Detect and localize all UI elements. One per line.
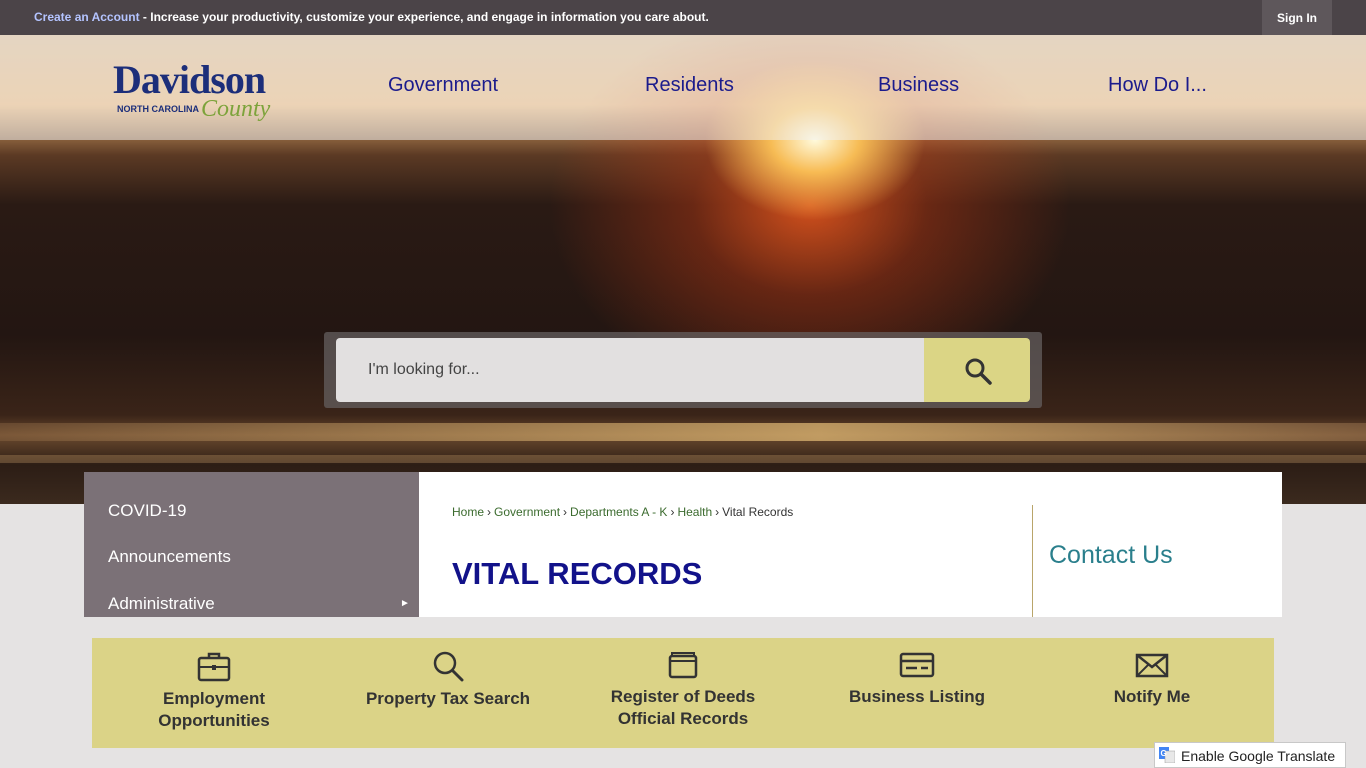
card-icon [899, 652, 935, 678]
google-translate-button[interactable]: G Enable Google Translate [1154, 742, 1346, 768]
quicklink-label: Register of Deeds [610, 687, 756, 706]
breadcrumb-separator: › [715, 505, 720, 519]
svg-text:G: G [1161, 749, 1167, 758]
breadcrumb-separator: › [670, 505, 675, 519]
quicklink-label: Property Tax Search [365, 689, 531, 708]
account-message: Create an Account - Increase your produc… [34, 10, 709, 24]
nav-how-do-i[interactable]: How Do I... [1108, 74, 1207, 97]
breadcrumb: Home › Government › Departments A - K › Health… [452, 505, 793, 519]
breadcrumb-separator: › [487, 505, 492, 519]
quicklink-label-line2: Official Records [617, 709, 749, 728]
quicklink-label: Notify Me [1113, 687, 1191, 706]
search-icon [965, 358, 992, 385]
search-input[interactable] [336, 338, 924, 402]
water-reflection [0, 423, 1366, 441]
county-logo[interactable]: Davidson NORTH CAROLINA County [113, 60, 288, 130]
breadcrumb-government[interactable]: Government [494, 505, 560, 519]
sign-in-button[interactable]: Sign In [1262, 0, 1332, 35]
quicklink-register-of-deeds[interactable]: Register of Deeds Official Records [568, 650, 798, 730]
account-message-text: - Increase your productivity, customize … [139, 10, 709, 24]
page-title: VITAL RECORDS [452, 556, 703, 591]
nav-residents[interactable]: Residents [645, 74, 734, 97]
google-translate-icon: G [1159, 747, 1175, 763]
breadcrumb-departments[interactable]: Departments A - K [570, 505, 667, 519]
sidebar-item-covid-19[interactable]: COVID-19 [108, 501, 186, 521]
quicklink-label-line2: Opportunities [158, 711, 270, 730]
briefcase-icon [197, 652, 231, 682]
quicklink-business-listing[interactable]: Business Listing [802, 650, 1032, 708]
sidebar-item-announcements[interactable]: Announcements [108, 547, 231, 567]
expand-arrow-icon[interactable]: ► [400, 598, 410, 609]
envelope-icon [1135, 653, 1169, 678]
contact-us-heading: Contact Us [1049, 541, 1173, 569]
google-translate-label: Enable Google Translate [1181, 748, 1336, 764]
breadcrumb-current: Vital Records [722, 505, 794, 519]
breadcrumb-home[interactable]: Home [452, 505, 484, 519]
search-button[interactable] [924, 338, 1030, 402]
create-account-link[interactable]: Create an Account [34, 10, 140, 24]
quicklink-employment[interactable]: Employment Opportunities [99, 650, 329, 732]
quicklink-property-tax-search[interactable]: Property Tax Search [333, 650, 563, 710]
water-reflection-lower [0, 455, 1366, 463]
sidebar-item-administrative[interactable]: Administrative [108, 594, 215, 614]
logo-word-county: County [201, 96, 271, 122]
nav-business[interactable]: Business [878, 74, 959, 97]
quicklink-label: Business Listing [848, 687, 986, 706]
search-icon [433, 651, 464, 682]
breadcrumb-separator: › [563, 505, 568, 519]
account-bar: Create an Account - Increase your produc… [0, 0, 1366, 35]
breadcrumb-health[interactable]: Health [677, 505, 712, 519]
logo-word-state: NORTH CAROLINA [117, 104, 199, 114]
nav-government[interactable]: Government [388, 74, 498, 97]
folder-icon [668, 652, 698, 679]
column-divider [1032, 505, 1033, 617]
quicklink-label: Employment [162, 689, 266, 708]
logo-word-davidson: Davidson [113, 57, 266, 102]
quicklink-notify-me[interactable]: Notify Me [1037, 650, 1267, 708]
sidebar-nav: COVID-19 Announcements Administrative ► [84, 472, 419, 617]
